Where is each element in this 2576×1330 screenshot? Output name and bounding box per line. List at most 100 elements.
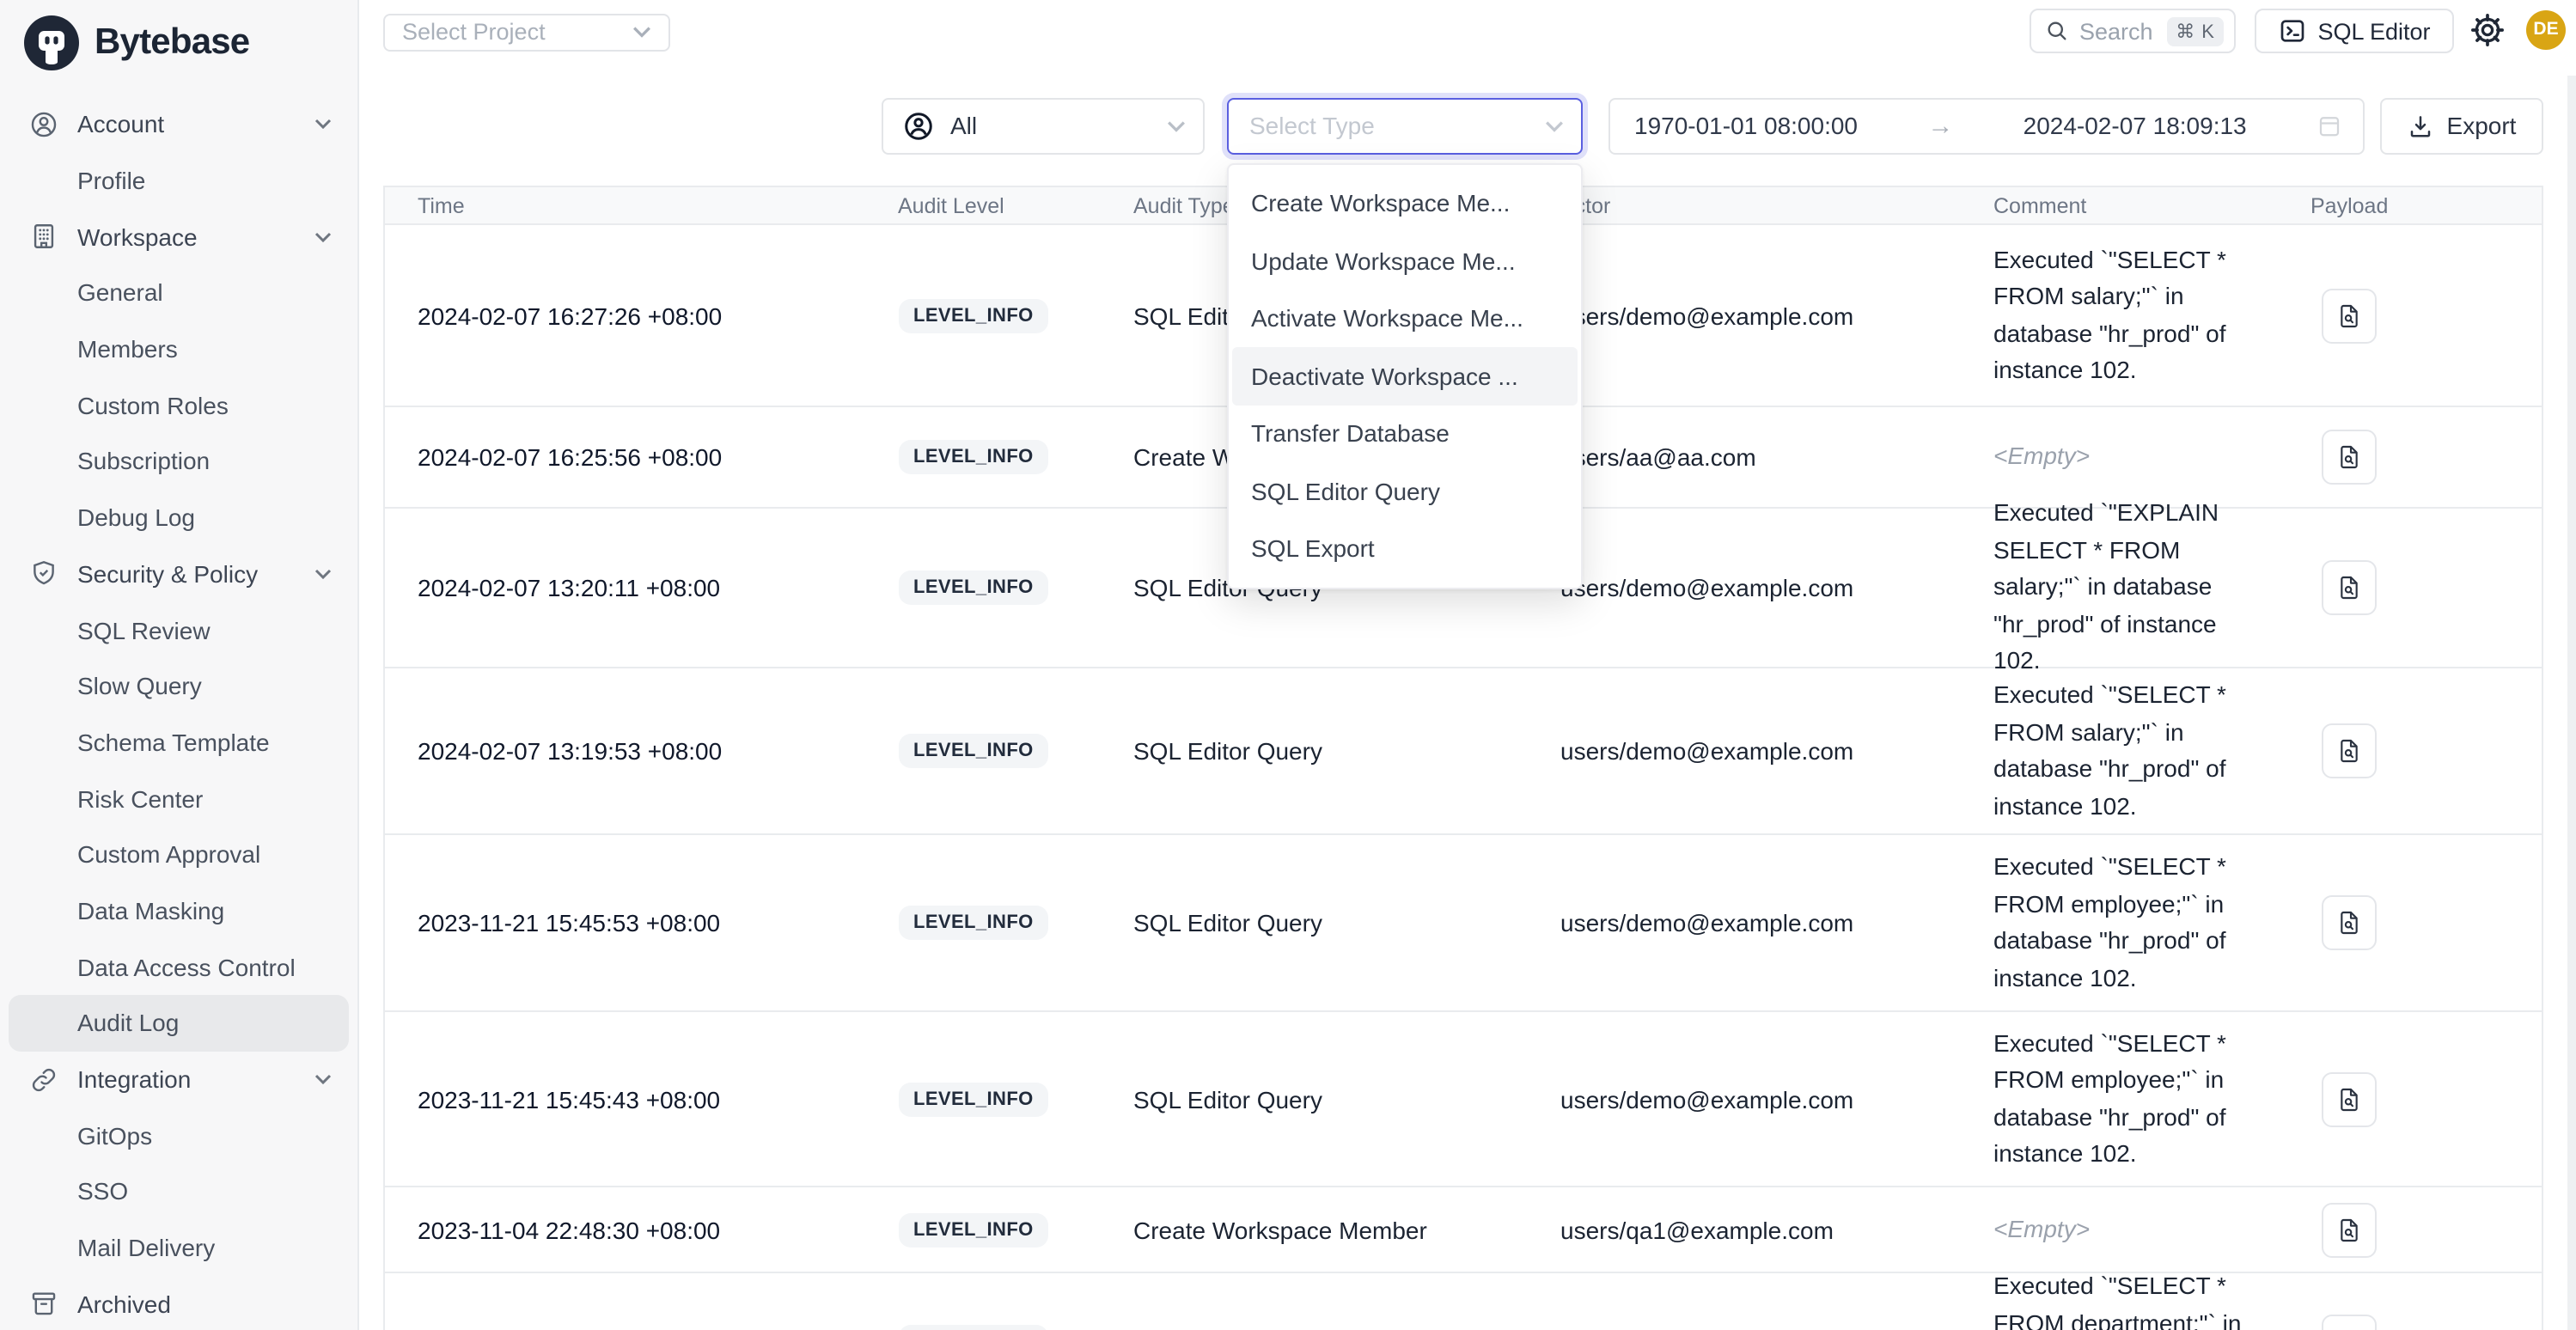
sidebar-item-gitops[interactable]: GitOps bbox=[9, 1107, 349, 1163]
type-menu-item[interactable]: SQL Export bbox=[1232, 520, 1577, 577]
sidebar-item-label: Subscription bbox=[77, 448, 210, 475]
sidebar-item-label: Security & Policy bbox=[77, 560, 258, 588]
chevron-down-icon bbox=[314, 231, 332, 241]
avatar[interactable]: DE bbox=[2526, 9, 2566, 49]
comment-text: Executed `"SELECT * FROM employee;"` in … bbox=[1993, 852, 2226, 991]
chevron-down-icon bbox=[1544, 119, 1563, 131]
sidebar-item-custom-approval[interactable]: Custom Approval bbox=[9, 827, 349, 882]
sidebar-item-account[interactable]: Account bbox=[9, 96, 349, 152]
sidebar-item-archived[interactable]: Archived bbox=[9, 1276, 349, 1330]
actor-value: users/demo@example.com bbox=[1528, 737, 1961, 765]
comment-text: Executed `"SELECT * FROM salary;"` in da… bbox=[1993, 680, 2226, 819]
sidebar-item-debug-log[interactable]: Debug Log bbox=[9, 490, 349, 546]
sidebar-item-sql-review[interactable]: SQL Review bbox=[9, 601, 349, 657]
date-to-value: 2024-02-07 18:09:13 bbox=[2024, 112, 2247, 139]
sidebar-item-label: Slow Query bbox=[77, 672, 202, 699]
sidebar-item-label: Data Access Control bbox=[77, 953, 296, 980]
search-icon bbox=[2045, 19, 2069, 43]
sidebar-item-label: Integration bbox=[77, 1065, 191, 1093]
sql-editor-button[interactable]: SQL Editor bbox=[2255, 9, 2454, 53]
payload-view-button[interactable] bbox=[2321, 895, 2376, 950]
search-shortcut-badge: ⌘ K bbox=[2167, 16, 2224, 46]
type-menu-item[interactable]: Update Workspace Me... bbox=[1232, 232, 1577, 290]
download-icon bbox=[2408, 113, 2433, 138]
type-menu-item[interactable]: Deactivate Workspace ... bbox=[1232, 347, 1577, 405]
sidebar-item-label: Schema Template bbox=[77, 729, 270, 756]
sidebar-item-schema-template[interactable]: Schema Template bbox=[9, 714, 349, 770]
project-select[interactable]: Select Project bbox=[383, 13, 670, 51]
time-value: 2023-11-21 15:45:43 +08:00 bbox=[385, 1085, 865, 1113]
chevron-down-icon bbox=[632, 26, 651, 38]
sidebar-item-sso[interactable]: SSO bbox=[9, 1163, 349, 1219]
sidebar-item-data-access-control[interactable]: Data Access Control bbox=[9, 939, 349, 995]
time-value: 2023-11-04 22:48:30 +08:00 bbox=[385, 1216, 865, 1243]
sidebar-item-data-masking[interactable]: Data Masking bbox=[9, 882, 349, 938]
archive-icon bbox=[29, 1290, 58, 1319]
payload-view-button[interactable] bbox=[2321, 1315, 2376, 1330]
sidebar-item-label: Mail Delivery bbox=[77, 1234, 215, 1261]
type-menu-item[interactable]: Transfer Database bbox=[1232, 405, 1577, 462]
comment-text: Executed `"SELECT * FROM salary;"` in da… bbox=[1993, 245, 2226, 383]
sidebar-item-risk-center[interactable]: Risk Center bbox=[9, 771, 349, 827]
comment-text: Executed `"EXPLAIN SELECT * FROM salary;… bbox=[1993, 499, 2219, 674]
chevron-down-icon bbox=[314, 119, 332, 130]
sidebar-item-label: Archived bbox=[77, 1290, 171, 1318]
table-row: 2023-11-04 21:26:34 +08:00 LEVEL_INFO SQ… bbox=[385, 1273, 2541, 1330]
sidebar-item-profile[interactable]: Profile bbox=[9, 152, 349, 208]
payload-view-button[interactable] bbox=[2321, 723, 2376, 778]
sidebar-item-label: Workspace bbox=[77, 223, 198, 250]
topbar: Select Project Search ⌘ K SQL Editor DE bbox=[359, 0, 2576, 76]
sidebar-item-audit-log[interactable]: Audit Log bbox=[9, 995, 349, 1051]
sidebar: Bytebase Account Profile Workspace Gener… bbox=[0, 0, 359, 1330]
type-filter-select[interactable]: Select Type bbox=[1227, 97, 1582, 154]
sidebar-item-mail-delivery[interactable]: Mail Delivery bbox=[9, 1220, 349, 1276]
sidebar-item-label: General bbox=[77, 279, 163, 307]
time-value: 2024-02-07 13:20:11 +08:00 bbox=[385, 574, 865, 601]
vertical-scrollbar[interactable] bbox=[2567, 76, 2576, 1330]
audit-type-value: Create Workspace Member bbox=[1101, 1216, 1528, 1243]
audit-type-value: SQL Editor Query bbox=[1101, 909, 1528, 936]
arrow-right-icon: → bbox=[1927, 111, 1953, 140]
payload-view-button[interactable] bbox=[2321, 1071, 2376, 1126]
actor-value: users/demo@example.com bbox=[1528, 302, 1961, 329]
link-icon bbox=[29, 1065, 58, 1094]
actor-value: users/qa1@example.com bbox=[1528, 1216, 1961, 1243]
column-header-payload: Payload bbox=[2278, 193, 2541, 217]
search-placeholder: Search bbox=[2079, 18, 2153, 44]
sidebar-item-security-policy[interactable]: Security & Policy bbox=[9, 546, 349, 601]
sidebar-item-label: Risk Center bbox=[77, 784, 203, 812]
audit-level-badge: LEVEL_INFO bbox=[898, 1082, 1049, 1116]
payload-view-button[interactable] bbox=[2321, 288, 2376, 343]
type-menu-item[interactable]: SQL Editor Query bbox=[1232, 462, 1577, 520]
gear-icon[interactable] bbox=[2469, 12, 2506, 48]
sidebar-item-label: Profile bbox=[77, 167, 145, 194]
type-menu-item[interactable]: Activate Workspace Me... bbox=[1232, 290, 1577, 347]
sidebar-item-subscription[interactable]: Subscription bbox=[9, 433, 349, 489]
actor-value: users/demo@example.com bbox=[1528, 1085, 1961, 1113]
sidebar-item-members[interactable]: Members bbox=[9, 321, 349, 377]
export-button[interactable]: Export bbox=[2380, 97, 2543, 154]
bytebase-logo[interactable]: Bytebase bbox=[0, 0, 357, 72]
audit-type-value: SQL Editor Query bbox=[1101, 1085, 1528, 1113]
payload-view-button[interactable] bbox=[2321, 430, 2376, 485]
time-value: 2024-02-07 16:27:26 +08:00 bbox=[385, 302, 865, 329]
sql-editor-label: SQL Editor bbox=[2317, 18, 2430, 44]
search-input[interactable]: Search ⌘ K bbox=[2030, 9, 2236, 53]
user-circle-icon bbox=[902, 109, 935, 142]
comment-text: <Empty> bbox=[1993, 442, 2090, 470]
audit-level-badge: LEVEL_INFO bbox=[898, 570, 1049, 605]
sidebar-item-slow-query[interactable]: Slow Query bbox=[9, 658, 349, 714]
audit-level-badge: LEVEL_INFO bbox=[898, 906, 1049, 940]
sidebar-item-custom-roles[interactable]: Custom Roles bbox=[9, 377, 349, 433]
sidebar-item-label: Audit Log bbox=[77, 1010, 179, 1037]
column-header-time: Time bbox=[385, 193, 865, 217]
payload-view-button[interactable] bbox=[2321, 560, 2376, 615]
sidebar-item-general[interactable]: General bbox=[9, 265, 349, 320]
actor-filter-select[interactable]: All bbox=[882, 97, 1204, 154]
sidebar-item-integration[interactable]: Integration bbox=[9, 1051, 349, 1107]
payload-view-button[interactable] bbox=[2321, 1202, 2376, 1257]
bytebase-logo-icon bbox=[22, 14, 81, 72]
sidebar-item-workspace[interactable]: Workspace bbox=[9, 209, 349, 265]
date-range-picker[interactable]: 1970-01-01 08:00:00 → 2024-02-07 18:09:1… bbox=[1608, 97, 2365, 154]
type-menu-item[interactable]: Create Workspace Me... bbox=[1232, 174, 1577, 232]
